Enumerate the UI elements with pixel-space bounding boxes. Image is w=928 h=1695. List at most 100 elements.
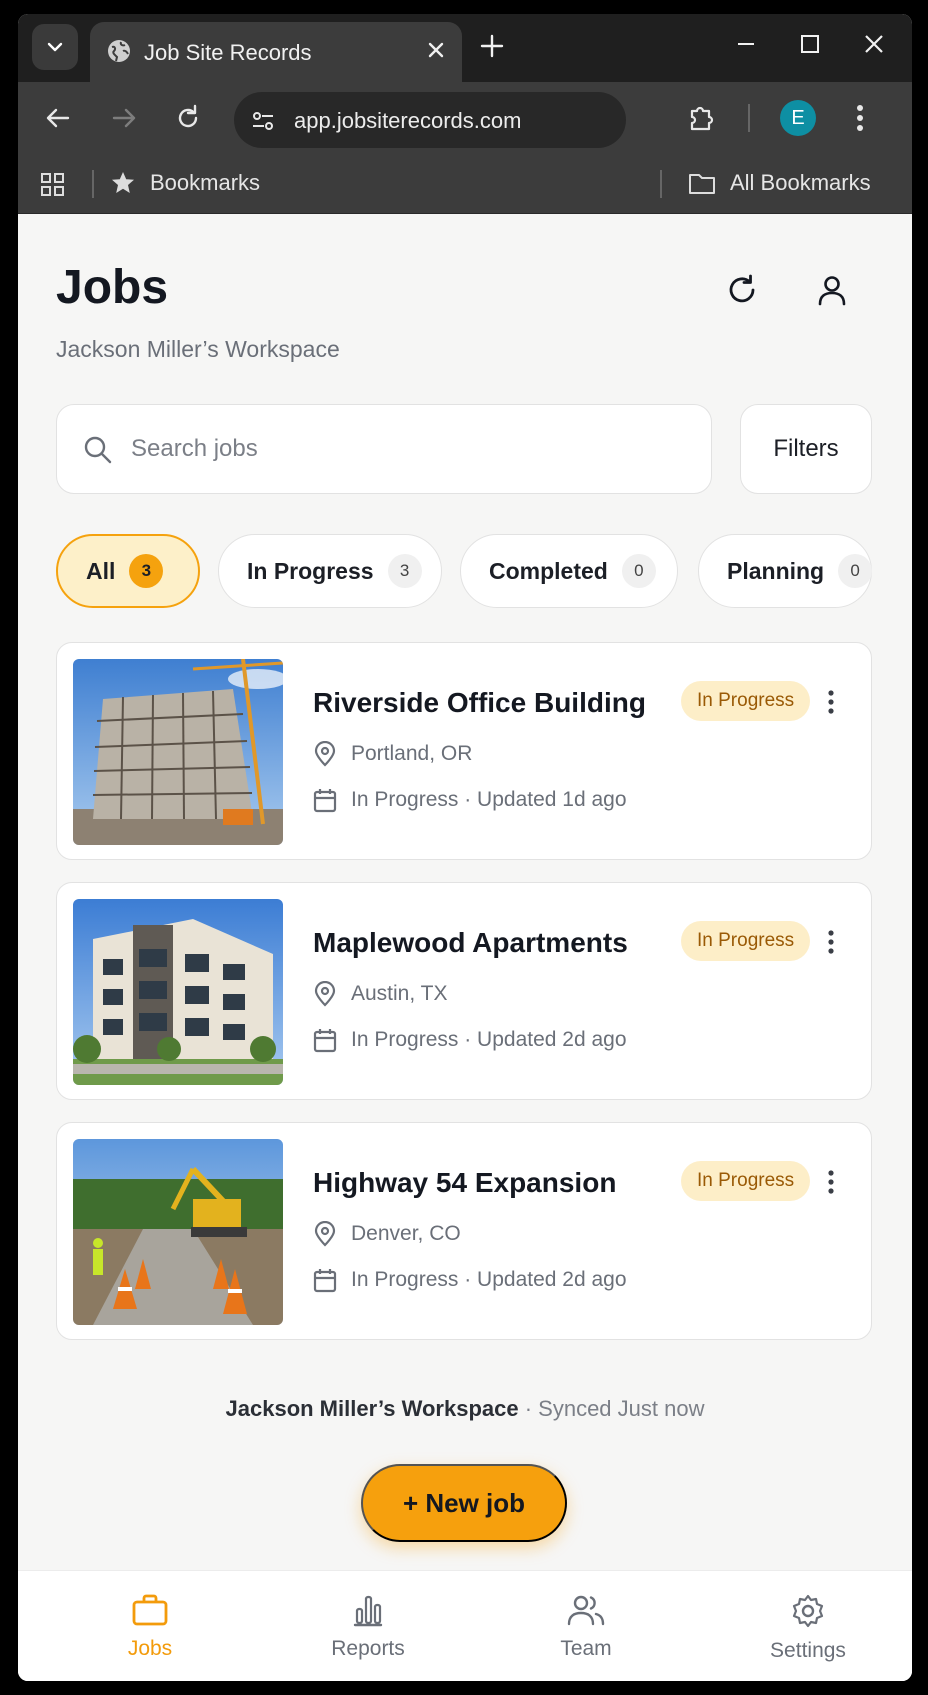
location-text: Portland, OR [351, 742, 473, 765]
map-pin-icon [314, 981, 336, 1007]
status-badge: In Progress [681, 921, 811, 961]
job-thumbnail-apartment-building [73, 899, 283, 1085]
reload-icon[interactable] [174, 104, 202, 132]
map-pin-icon [314, 741, 336, 767]
close-window-icon[interactable] [862, 32, 886, 56]
profile-button[interactable] [810, 268, 854, 312]
chip-count: 0 [621, 554, 656, 588]
chip-completed[interactable]: Completed 0 [460, 534, 678, 608]
job-location: Austin, TX [313, 981, 448, 1007]
job-status-line: In Progress · Updated 2d ago [313, 1267, 627, 1293]
new-job-button[interactable]: + New job [361, 1464, 567, 1542]
job-name[interactable]: Highway 54 Expansion [313, 1167, 616, 1199]
star-icon [112, 172, 134, 193]
nav-settings[interactable]: Settings [728, 1571, 888, 1681]
chip-all[interactable]: All 3 [56, 534, 200, 608]
browser-tabbar: Job Site Records [18, 14, 912, 82]
job-card[interactable]: Highway 54 Expansion In Progress Denver,… [56, 1122, 872, 1340]
jobs-app: Jobs Jackson Miller’s Workspace Filters … [18, 214, 912, 1681]
bookmarks-bar: Bookmarks All Bookmarks [18, 154, 912, 214]
job-thumbnail-construction-building [73, 659, 283, 845]
more-options-icon[interactable] [827, 1169, 835, 1195]
workspace-name: Jackson Miller’s Workspace [56, 336, 340, 362]
user-icon [818, 276, 846, 306]
filters-button[interactable]: Filters [740, 404, 872, 494]
search-box [56, 404, 712, 494]
forward-icon[interactable] [110, 104, 138, 132]
sync-workspace-name: Jackson Miller’s Workspace [225, 1396, 519, 1421]
job-status-line: In Progress · Updated 2d ago [313, 1027, 627, 1053]
tab-title: Job Site Records [144, 40, 312, 65]
calendar-icon [313, 789, 337, 813]
map-pin-icon [314, 1221, 336, 1247]
search-icon [84, 436, 112, 464]
browser-menu-icon[interactable] [854, 102, 866, 134]
bookmarks-divider [92, 170, 94, 198]
globe-icon [108, 40, 130, 62]
nav-label: Team [560, 1637, 612, 1660]
job-thumbnail-road-construction [73, 1139, 283, 1325]
sync-time: · Synced Just now [524, 1396, 705, 1421]
chip-label: Planning [727, 557, 825, 584]
profile-avatar[interactable]: E [780, 100, 816, 136]
page-title: Jobs [56, 261, 169, 314]
refresh-button[interactable] [720, 268, 764, 312]
search-input[interactable] [131, 427, 671, 471]
site-settings-icon[interactable] [250, 108, 276, 134]
address-bar[interactable]: app.jobsiterecords.com [234, 92, 626, 148]
calendar-icon [313, 1029, 337, 1053]
chip-label: In Progress [247, 557, 374, 584]
extensions-icon[interactable] [686, 102, 718, 134]
location-text: Austin, TX [351, 982, 448, 1005]
bottom-nav: Jobs Reports Team Settings [18, 1570, 912, 1681]
job-name[interactable]: Maplewood Apartments [313, 927, 628, 959]
job-status-line: In Progress · Updated 1d ago [313, 787, 627, 813]
chevron-down-icon [47, 42, 63, 52]
folder-icon [689, 174, 715, 194]
apps-grid-icon[interactable] [40, 172, 66, 198]
job-card[interactable]: Maplewood Apartments In Progress Austin,… [56, 882, 872, 1100]
chip-count: 3 [387, 554, 422, 588]
close-tab-icon[interactable] [424, 38, 448, 62]
browser-tab[interactable]: Job Site Records [90, 22, 462, 82]
nav-jobs[interactable]: Jobs [70, 1571, 230, 1681]
chip-count: 0 [838, 554, 873, 588]
nav-team[interactable]: Team [506, 1571, 666, 1681]
browser-toolbar: app.jobsiterecords.com E [18, 82, 912, 154]
tab-search-button[interactable] [32, 24, 78, 70]
url-text: app.jobsiterecords.com [294, 108, 522, 133]
briefcase-icon [132, 1594, 168, 1626]
calendar-icon [313, 1269, 337, 1293]
nav-label: Jobs [127, 1637, 173, 1660]
nav-label: Settings [770, 1639, 846, 1662]
maximize-icon[interactable] [798, 32, 822, 56]
refresh-icon [729, 274, 755, 303]
job-card[interactable]: Riverside Office Building In Progress Po… [56, 642, 872, 860]
users-icon [567, 1595, 605, 1626]
minimize-icon[interactable] [734, 32, 758, 56]
job-name[interactable]: Riverside Office Building [313, 687, 646, 719]
chip-planning[interactable]: Planning 0 [698, 534, 873, 608]
toolbar-divider [748, 104, 750, 132]
nav-reports[interactable]: Reports [288, 1571, 448, 1681]
more-options-icon[interactable] [827, 689, 835, 715]
back-icon[interactable] [44, 104, 72, 132]
all-bookmarks-link[interactable]: All Bookmarks [730, 170, 871, 196]
gear-icon [792, 1594, 824, 1628]
sync-status: Jackson Miller’s Workspace · Synced Just… [18, 1396, 912, 1422]
job-location: Denver, CO [313, 1221, 461, 1247]
location-text: Denver, CO [351, 1222, 461, 1245]
status-badge: In Progress [681, 1161, 811, 1201]
bookmarks-divider-right [660, 170, 662, 198]
status-line-text: In Progress · Updated 2d ago [351, 1028, 627, 1051]
status-line-text: In Progress · Updated 1d ago [351, 788, 627, 811]
job-location: Portland, OR [313, 741, 472, 767]
bar-chart-icon [353, 1595, 383, 1627]
bookmarks-link[interactable]: Bookmarks [150, 170, 260, 196]
nav-label: Reports [331, 1637, 405, 1660]
status-badge: In Progress [681, 681, 811, 721]
new-tab-icon[interactable] [478, 32, 506, 60]
chip-in-progress[interactable]: In Progress 3 [218, 534, 442, 608]
more-options-icon[interactable] [827, 929, 835, 955]
chip-count: 3 [129, 554, 164, 588]
